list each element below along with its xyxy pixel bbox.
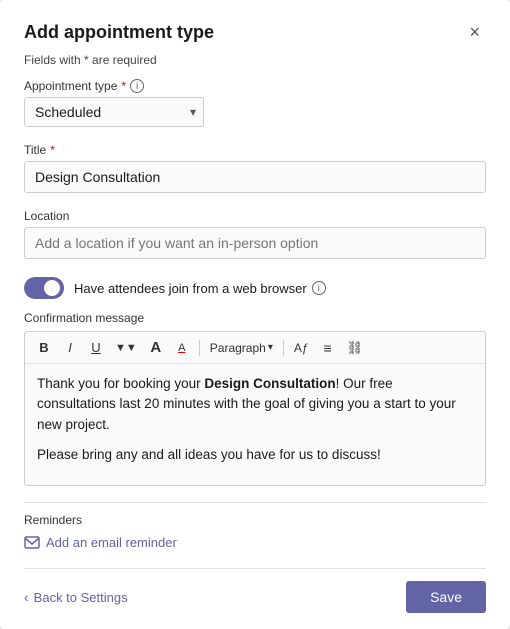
confirmation-message-section: Confirmation message B I U ▼▼ A A Paragr… [24, 311, 486, 498]
appointment-type-select[interactable]: Scheduled On-demand [24, 97, 204, 127]
title-required-star: * [50, 143, 55, 157]
title-input[interactable] [24, 161, 486, 193]
email-icon [24, 536, 40, 549]
appointment-type-info-icon[interactable]: i [130, 79, 144, 93]
editor-paragraph-2: Please bring any and all ideas you have … [37, 445, 473, 465]
dialog-title: Add appointment type [24, 22, 214, 43]
add-appointment-dialog: Add appointment type × Fields with * are… [0, 0, 510, 629]
editor-paragraph-1: Thank you for booking your Design Consul… [37, 374, 473, 435]
close-button[interactable]: × [463, 20, 486, 45]
web-browser-toggle[interactable] [24, 277, 64, 299]
filter-button[interactable]: ▼▼ [111, 340, 141, 356]
location-section: Location [24, 209, 486, 271]
link-button[interactable]: ⛓ [343, 338, 368, 358]
toggle-thumb [44, 280, 60, 296]
appointment-type-section: Appointment type * i Scheduled On-demand… [24, 79, 486, 139]
font-color-button[interactable]: A [171, 340, 193, 356]
location-label: Location [24, 209, 486, 223]
location-input[interactable] [24, 227, 486, 259]
required-note: Fields with * are required [24, 53, 486, 67]
add-reminder-button[interactable]: Add an email reminder [24, 533, 177, 552]
toolbar-separator-2 [283, 340, 284, 356]
bold-button[interactable]: B [33, 338, 55, 357]
appointment-type-select-wrapper: Scheduled On-demand ▾ [24, 97, 204, 127]
web-browser-toggle-row: Have attendees join from a web browser i [24, 277, 486, 299]
indent-button[interactable]: ≡ [317, 338, 339, 358]
title-label: Title * [24, 143, 486, 157]
save-button[interactable]: Save [406, 581, 486, 613]
back-to-settings-button[interactable]: ‹ Back to Settings [24, 589, 128, 605]
toggle-info-icon[interactable]: i [312, 281, 326, 295]
title-section: Title * [24, 143, 486, 205]
font-size-button[interactable]: A [145, 337, 167, 358]
italic-button[interactable]: I [59, 338, 81, 357]
appointment-type-label: Appointment type * i [24, 79, 486, 93]
toolbar-separator-1 [199, 340, 200, 356]
back-chevron-icon: ‹ [24, 589, 29, 605]
format-button[interactable]: Aƒ [290, 339, 313, 357]
required-star: * [121, 79, 126, 93]
editor-content[interactable]: Thank you for booking your Design Consul… [25, 364, 485, 485]
editor-toolbar: B I U ▼▼ A A Paragraph ▾ Aƒ ≡ ⛓ [25, 332, 485, 364]
toggle-label: Have attendees join from a web browser i [74, 281, 326, 296]
paragraph-button[interactable]: Paragraph ▾ [206, 339, 277, 357]
reminders-label: Reminders [24, 513, 486, 527]
dialog-header: Add appointment type × [24, 20, 486, 45]
confirmation-editor: B I U ▼▼ A A Paragraph ▾ Aƒ ≡ ⛓ Thank yo… [24, 331, 486, 486]
reminders-section: Reminders Add an email reminder [24, 502, 486, 560]
underline-button[interactable]: U [85, 338, 107, 357]
confirmation-label: Confirmation message [24, 311, 486, 325]
dialog-footer: ‹ Back to Settings Save [24, 568, 486, 629]
